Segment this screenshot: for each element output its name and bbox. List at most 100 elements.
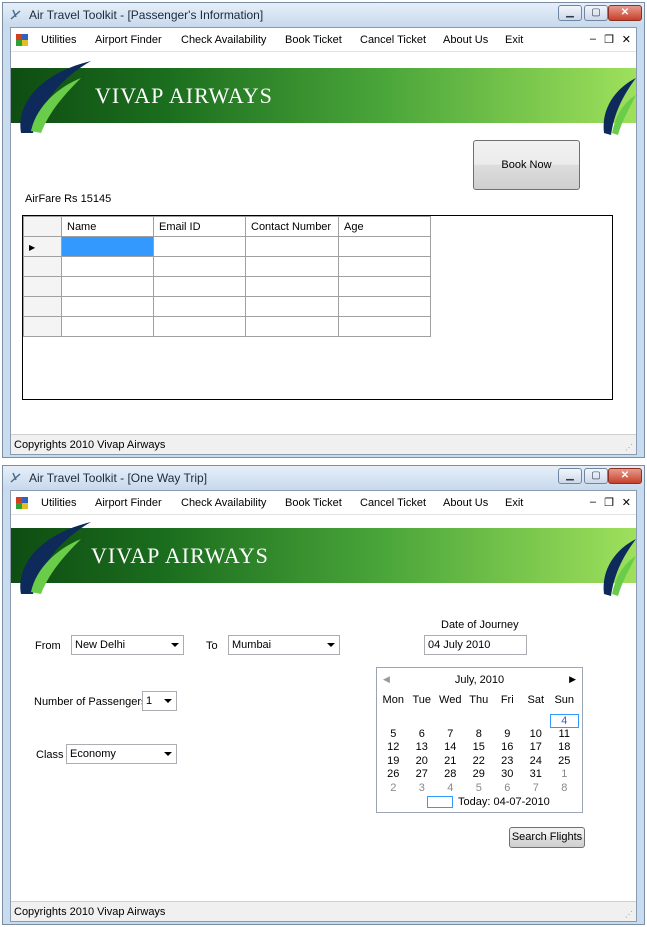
row-header[interactable]: ▶ bbox=[23, 236, 62, 257]
date-of-journey-field[interactable]: 04 July 2010 bbox=[424, 635, 527, 655]
calendar-day[interactable]: 7 bbox=[522, 782, 551, 796]
calendar-day[interactable]: 25 bbox=[550, 755, 579, 769]
column-header-name[interactable]: Name bbox=[61, 216, 154, 237]
calendar-day[interactable]: 17 bbox=[522, 741, 551, 755]
calendar-day[interactable]: 15 bbox=[465, 741, 494, 755]
maximize-button[interactable]: ▢ bbox=[584, 5, 608, 21]
calendar-day[interactable]: 22 bbox=[465, 755, 494, 769]
menu-utilities[interactable]: Utilities bbox=[41, 34, 76, 46]
calendar-day[interactable]: 9 bbox=[493, 728, 522, 742]
menu-about-us[interactable]: About Us bbox=[443, 497, 488, 509]
mdi-restore-button[interactable]: ❐ bbox=[604, 33, 614, 46]
from-city-select[interactable]: New Delhi bbox=[71, 635, 184, 655]
grid-cell[interactable] bbox=[61, 236, 154, 257]
grid-cell[interactable] bbox=[245, 276, 339, 297]
calendar-day[interactable]: 2 bbox=[379, 782, 408, 796]
grid-cell[interactable] bbox=[338, 316, 431, 337]
grid-cell[interactable] bbox=[338, 276, 431, 297]
calendar-day[interactable]: 8 bbox=[550, 782, 579, 796]
grid-cell[interactable] bbox=[153, 316, 246, 337]
close-button[interactable]: ✕ bbox=[608, 5, 642, 21]
grid-cell[interactable] bbox=[245, 296, 339, 317]
row-header[interactable] bbox=[23, 316, 62, 337]
calendar-day[interactable]: 10 bbox=[522, 728, 551, 742]
calendar-day[interactable]: 26 bbox=[379, 768, 408, 782]
passenger-grid[interactable]: Name Email ID Contact Number Age ▶ bbox=[22, 215, 613, 400]
calendar-day[interactable]: 5 bbox=[465, 782, 494, 796]
mdi-minimize-button[interactable]: – bbox=[590, 496, 596, 508]
grid-cell[interactable] bbox=[153, 296, 246, 317]
to-city-select[interactable]: Mumbai bbox=[228, 635, 340, 655]
grid-cell[interactable] bbox=[61, 296, 154, 317]
menu-airport-finder[interactable]: Airport Finder bbox=[95, 497, 162, 509]
grid-cell[interactable] bbox=[245, 316, 339, 337]
mdi-child-icon[interactable] bbox=[15, 496, 29, 510]
row-header[interactable] bbox=[23, 256, 62, 277]
calendar-day[interactable]: 31 bbox=[522, 768, 551, 782]
calendar-day[interactable]: 27 bbox=[408, 768, 437, 782]
column-header-age[interactable]: Age bbox=[338, 216, 431, 237]
menu-check-availability[interactable]: Check Availability bbox=[181, 497, 266, 509]
calendar-day[interactable]: 19 bbox=[379, 755, 408, 769]
passengers-select[interactable]: 1 bbox=[142, 691, 177, 711]
grid-cell[interactable] bbox=[338, 256, 431, 277]
calendar-day[interactable]: 7 bbox=[436, 728, 465, 742]
grid-cell[interactable] bbox=[61, 276, 154, 297]
calendar-day[interactable]: 18 bbox=[550, 741, 579, 755]
grid-cell[interactable] bbox=[338, 296, 431, 317]
mdi-child-icon[interactable] bbox=[15, 33, 29, 47]
class-select[interactable]: Economy bbox=[66, 744, 177, 764]
menu-about-us[interactable]: About Us bbox=[443, 34, 488, 46]
book-now-button[interactable]: Book Now bbox=[473, 140, 580, 190]
minimize-button[interactable]: ▁ bbox=[558, 5, 582, 21]
menu-airport-finder[interactable]: Airport Finder bbox=[95, 34, 162, 46]
calendar-day[interactable]: 1 bbox=[550, 768, 579, 782]
menu-exit[interactable]: Exit bbox=[505, 497, 523, 509]
calendar-day[interactable]: 6 bbox=[493, 782, 522, 796]
calendar-day[interactable]: 6 bbox=[408, 728, 437, 742]
column-header-contact[interactable]: Contact Number bbox=[245, 216, 339, 237]
calendar-today-link[interactable]: Today: 04-07-2010 bbox=[458, 796, 550, 808]
calendar-day[interactable]: 14 bbox=[436, 741, 465, 755]
calendar-day[interactable]: 13 bbox=[408, 741, 437, 755]
month-calendar[interactable]: ◀ July, 2010 ▶ Mon Tue Wed Thu Fri Sat S… bbox=[376, 667, 583, 813]
calendar-month-title[interactable]: July, 2010 bbox=[377, 674, 582, 686]
calendar-day[interactable]: 16 bbox=[493, 741, 522, 755]
mdi-restore-button[interactable]: ❐ bbox=[604, 496, 614, 509]
calendar-day[interactable]: 24 bbox=[522, 755, 551, 769]
mdi-minimize-button[interactable]: – bbox=[590, 33, 596, 45]
calendar-day[interactable]: 28 bbox=[436, 768, 465, 782]
menu-book-ticket[interactable]: Book Ticket bbox=[285, 34, 342, 46]
mdi-close-button[interactable]: ✕ bbox=[622, 33, 631, 46]
menu-check-availability[interactable]: Check Availability bbox=[181, 34, 266, 46]
row-header[interactable] bbox=[23, 276, 62, 297]
close-button[interactable]: ✕ bbox=[608, 468, 642, 484]
calendar-day[interactable]: 8 bbox=[465, 728, 494, 742]
menu-utilities[interactable]: Utilities bbox=[41, 497, 76, 509]
calendar-day[interactable]: 5 bbox=[379, 728, 408, 742]
grid-cell[interactable] bbox=[245, 236, 339, 257]
calendar-day[interactable]: 3 bbox=[408, 782, 437, 796]
minimize-button[interactable]: ▁ bbox=[558, 468, 582, 484]
calendar-day[interactable]: 23 bbox=[493, 755, 522, 769]
grid-cell[interactable] bbox=[153, 276, 246, 297]
grid-cell[interactable] bbox=[153, 236, 246, 257]
grid-cell[interactable] bbox=[61, 316, 154, 337]
resize-grip-icon[interactable]: ⋰ bbox=[625, 910, 633, 919]
calendar-day[interactable]: 11 bbox=[550, 728, 579, 742]
mdi-close-button[interactable]: ✕ bbox=[622, 496, 631, 509]
calendar-day[interactable]: 29 bbox=[465, 768, 494, 782]
menu-book-ticket[interactable]: Book Ticket bbox=[285, 497, 342, 509]
menu-cancel-ticket[interactable]: Cancel Ticket bbox=[360, 34, 426, 46]
grid-cell[interactable] bbox=[338, 236, 431, 257]
grid-cell[interactable] bbox=[61, 256, 154, 277]
column-header-email[interactable]: Email ID bbox=[153, 216, 246, 237]
calendar-next-icon[interactable]: ▶ bbox=[569, 674, 576, 685]
calendar-day[interactable]: 4 bbox=[550, 714, 579, 728]
grid-cell[interactable] bbox=[245, 256, 339, 277]
calendar-day[interactable]: 20 bbox=[408, 755, 437, 769]
grid-cell[interactable] bbox=[153, 256, 246, 277]
resize-grip-icon[interactable]: ⋰ bbox=[625, 443, 633, 452]
menu-exit[interactable]: Exit bbox=[505, 34, 523, 46]
calendar-day[interactable]: 30 bbox=[493, 768, 522, 782]
